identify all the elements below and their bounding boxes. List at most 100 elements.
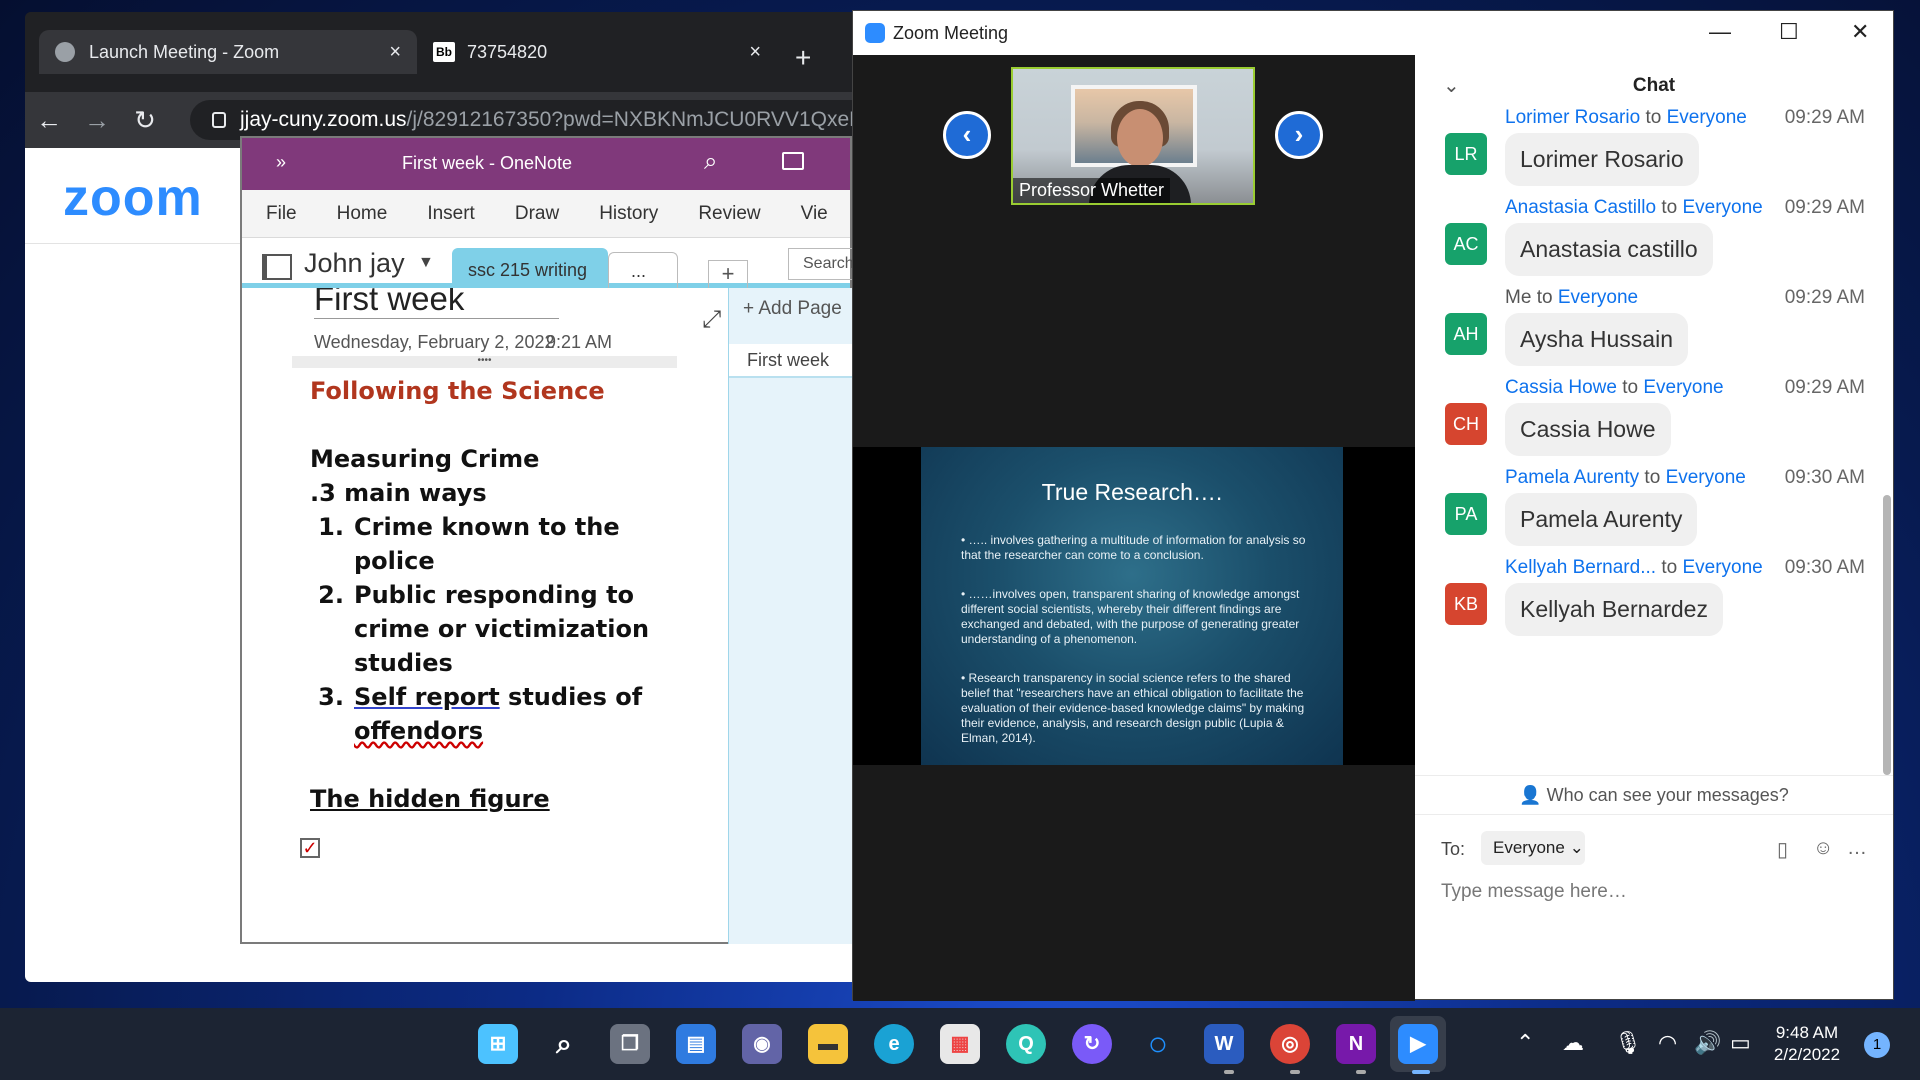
onenote-icon[interactable]: N: [1336, 1024, 1376, 1064]
next-page-button[interactable]: ›: [1275, 111, 1323, 159]
to-label: to: [1622, 377, 1639, 398]
add-section-button[interactable]: +: [708, 260, 748, 288]
ribbon-tab-review[interactable]: Review: [698, 203, 760, 225]
list-number: 1.: [318, 513, 344, 541]
ribbon-tab-draw[interactable]: Draw: [515, 203, 559, 225]
lock-icon: [212, 112, 226, 128]
edge-icon[interactable]: e: [874, 1024, 914, 1064]
tab-launch-meeting[interactable]: Launch Meeting - Zoom ×: [39, 30, 417, 74]
teams-chat-icon[interactable]: ◉: [742, 1024, 782, 1064]
widgets-icon[interactable]: ▤: [676, 1024, 716, 1064]
to-label: to: [1661, 197, 1678, 218]
plain-text: studies of: [499, 683, 643, 711]
wifi-icon[interactable]: ◠: [1658, 1030, 1677, 1056]
close-button[interactable]: ✕: [1851, 19, 1869, 45]
user-icon: 👤: [1519, 785, 1542, 805]
chat-message: KB Kellyah Bernard... to Everyone 09:30 A…: [1445, 557, 1875, 667]
maximize-button[interactable]: ☐: [1779, 19, 1799, 45]
note-container-grip[interactable]: ••••: [292, 356, 677, 368]
file-explorer-icon[interactable]: ▬: [808, 1024, 848, 1064]
cloud-icon[interactable]: ☁: [1562, 1030, 1584, 1056]
sender-name[interactable]: Pamela Aurenty: [1505, 467, 1639, 488]
close-icon[interactable]: ×: [749, 41, 761, 64]
clock[interactable]: 9:48 AM 2/2/2022: [1752, 1022, 1862, 1066]
recipient-name[interactable]: Everyone: [1666, 467, 1746, 488]
search-icon[interactable]: ⌕: [704, 148, 717, 176]
reload-button[interactable]: ↻: [121, 96, 169, 144]
message-time: 09:30 AM: [1784, 467, 1865, 488]
more-icon[interactable]: …: [1847, 837, 1867, 860]
address-bar[interactable]: jjay-cuny.zoom.us/j/82912167350?pwd=NXBK…: [190, 100, 885, 140]
monitor-icon[interactable]: [782, 152, 804, 170]
expand-icon[interactable]: ⤢: [702, 306, 721, 334]
previous-page-button[interactable]: ‹: [943, 111, 991, 159]
zoom-logo: zoom: [63, 169, 203, 227]
search-input[interactable]: Search: [788, 248, 858, 280]
message-visibility-link[interactable]: 👤 Who can see your messages?: [1415, 775, 1893, 815]
back-button[interactable]: ←: [25, 96, 73, 144]
sender-name[interactable]: Cassia Howe: [1505, 377, 1617, 398]
quick-assist-icon[interactable]: Q: [1006, 1024, 1046, 1064]
shared-screen: True Research…. • ….. involves gathering…: [853, 447, 1415, 765]
microphone-icon[interactable]: 🎙: [1614, 1030, 1642, 1056]
recipient-dropdown[interactable]: Everyone ⌄: [1481, 831, 1585, 865]
section-tab[interactable]: ssc 215 writing: [452, 248, 608, 288]
recipient-name[interactable]: Everyone: [1682, 197, 1762, 218]
recipient-name[interactable]: Everyone: [1558, 287, 1638, 308]
sender-name[interactable]: Kellyah Bernard...: [1505, 557, 1656, 578]
notification-badge[interactable]: 1: [1864, 1032, 1890, 1058]
page-list-item[interactable]: First week: [729, 344, 853, 378]
tab-strip: Launch Meeting - Zoom × Bb 73754820 × +: [25, 12, 885, 92]
notebook-name[interactable]: John jay: [304, 248, 405, 279]
ribbon-tab-file[interactable]: File: [266, 203, 297, 225]
message-meta: Kellyah Bernard... to Everyone 09:30 AM: [1505, 557, 1865, 579]
ribbon-tab-view[interactable]: Vie: [801, 203, 828, 225]
cortana-icon[interactable]: ○: [1138, 1024, 1178, 1064]
ribbon-tab-insert[interactable]: Insert: [427, 203, 475, 225]
page-title[interactable]: First week: [314, 288, 559, 319]
sender-name[interactable]: Anastasia Castillo: [1505, 197, 1656, 218]
speaker-video-tile[interactable]: Professor Whetter: [1011, 67, 1255, 205]
tab-title: 73754820: [467, 41, 548, 62]
list-number: 3.: [318, 683, 344, 711]
start-icon[interactable]: ⊞: [478, 1024, 518, 1064]
recipient-name[interactable]: Everyone: [1667, 107, 1747, 128]
chevron-down-icon[interactable]: ▼: [418, 254, 434, 272]
zoom-icon[interactable]: ▶: [1398, 1024, 1438, 1064]
avatar: PA: [1445, 493, 1487, 535]
task-view-icon[interactable]: ❐: [610, 1024, 650, 1064]
forward-button[interactable]: →: [73, 96, 121, 144]
chrome-icon[interactable]: ◎: [1270, 1024, 1310, 1064]
note-content[interactable]: Following the Science Measuring Crime .3…: [310, 374, 670, 816]
connect-icon[interactable]: ↻: [1072, 1024, 1112, 1064]
message-input[interactable]: Type message here…: [1441, 881, 1861, 903]
message-bubble: Lorimer Rosario: [1505, 133, 1699, 186]
ribbon-tabs: File Home Insert Draw History Review Vie: [242, 190, 850, 238]
new-tab-button[interactable]: +: [795, 42, 811, 74]
expand-nav-icon[interactable]: »: [276, 152, 286, 173]
message-bubble: Anastasia castillo: [1505, 223, 1713, 276]
speaker-icon[interactable]: 🔊: [1694, 1030, 1721, 1056]
chat-scrollbar[interactable]: [1883, 495, 1891, 775]
minimize-button[interactable]: —: [1709, 19, 1731, 45]
add-page-button[interactable]: + Add Page: [743, 298, 842, 320]
battery-icon[interactable]: ▭: [1730, 1030, 1751, 1056]
word-icon[interactable]: W: [1204, 1024, 1244, 1064]
ribbon-tab-home[interactable]: Home: [337, 203, 388, 225]
sender-name[interactable]: Lorimer Rosario: [1505, 107, 1640, 128]
clock-time: 9:48 AM: [1775, 1023, 1839, 1042]
close-icon[interactable]: ×: [389, 41, 401, 64]
message-time: 09:29 AM: [1784, 287, 1865, 308]
chevron-up-icon[interactable]: ⌃: [1516, 1030, 1534, 1056]
search-icon[interactable]: ⌕: [544, 1024, 584, 1064]
recipient-name[interactable]: Everyone: [1682, 557, 1762, 578]
store-icon[interactable]: ▦: [940, 1024, 980, 1064]
emoji-icon[interactable]: ☺: [1813, 837, 1833, 860]
ribbon-tab-history[interactable]: History: [599, 203, 658, 225]
more-sections-button[interactable]: ...: [608, 252, 678, 288]
file-icon[interactable]: ▯: [1777, 837, 1788, 862]
recipient-name[interactable]: Everyone: [1643, 377, 1723, 398]
checkbox-icon[interactable]: ✓: [300, 838, 320, 858]
underlined-text: Self report: [354, 683, 500, 711]
tab-blackboard[interactable]: Bb 73754820 ×: [417, 30, 777, 74]
